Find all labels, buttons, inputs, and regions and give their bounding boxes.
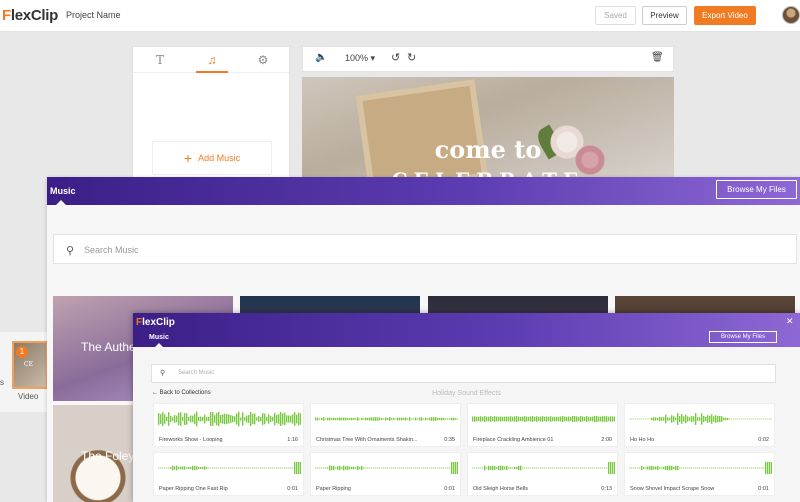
flexclip-logo[interactable]: FlexClip: [2, 7, 58, 24]
sound-duration: 0:01: [287, 486, 298, 492]
sound-name: Snow Shovel Impact Scrape Snow: [630, 486, 715, 492]
redo-icon[interactable]: ↻: [407, 51, 416, 64]
sound-duration: 0:02: [758, 437, 769, 443]
volume-icon[interactable]: 🔈: [315, 52, 327, 63]
sound-card[interactable]: Paper Ripping One Fast Rip 0:01: [153, 452, 304, 496]
sound-name: Ho Ho Ho: [630, 437, 655, 443]
saved-button[interactable]: Saved: [595, 6, 636, 25]
waveform[interactable]: [315, 460, 459, 476]
tool-panel: T ♫ ⚙ + Add Music: [132, 46, 290, 186]
sound-name: Fireworks Show - Looping: [159, 437, 223, 443]
timeline-side-text: s: [0, 378, 4, 387]
active-tab-indicator: [196, 71, 228, 73]
waveform[interactable]: [315, 411, 459, 427]
waveform[interactable]: [472, 411, 616, 427]
browse-my-files-button[interactable]: Browse My Files: [709, 331, 777, 343]
preview-button[interactable]: Preview: [642, 6, 687, 25]
flexclip-logo: FlexClip: [136, 317, 175, 328]
clip-label: Video: [18, 392, 39, 401]
top-bar: FlexClip Project Name Saved Preview Expo…: [0, 0, 800, 32]
search-placeholder: Search Music: [84, 245, 139, 255]
clip-thumb-text: CE: [24, 361, 33, 368]
collection-title: Holiday Sound Effects: [432, 390, 501, 397]
sound-duration: 0:13: [601, 486, 612, 492]
collection-card-label: The Authe: [81, 340, 136, 354]
export-video-button[interactable]: Export Video: [694, 6, 756, 25]
back-to-collections-link[interactable]: ← Back to Collections: [152, 390, 211, 396]
inner-header: FlexClip Music Browse My Files ✕: [133, 313, 800, 347]
waveform[interactable]: [629, 411, 773, 427]
sound-duration: 0:01: [758, 486, 769, 492]
search-placeholder: Search Music: [178, 370, 215, 376]
sound-name: Paper Ripping: [316, 486, 351, 492]
sound-card[interactable]: Fireplace Crackling Ambience 01 2:00: [467, 403, 618, 447]
plus-icon: +: [183, 150, 193, 166]
sound-card[interactable]: Snow Shovel Impact Scrape Snow 0:01: [624, 452, 775, 496]
holiday-sound-effects-window: FlexClip Music Browse My Files ✕ ⚲ Searc…: [133, 313, 800, 502]
music-search-input[interactable]: ⚲ Search Music: [53, 234, 797, 264]
avatar[interactable]: [782, 6, 800, 24]
music-header: Music Browse My Files: [47, 177, 800, 205]
sound-duration: 0:01: [444, 486, 455, 492]
undo-icon[interactable]: ↺: [391, 51, 400, 64]
close-icon[interactable]: ✕: [786, 316, 794, 327]
trash-icon[interactable]: 🗑: [651, 52, 664, 63]
clip-number-badge: 1: [16, 346, 28, 358]
music-title: Music: [50, 186, 76, 196]
text-icon[interactable]: T: [150, 53, 170, 69]
tool-tabs: T ♫ ⚙: [133, 47, 289, 73]
project-name[interactable]: Project Name: [66, 10, 121, 20]
browse-my-files-button[interactable]: Browse My Files: [716, 180, 797, 199]
chevron-down-icon: ▾: [370, 53, 376, 63]
sound-name: Paper Ripping One Fast Rip: [159, 486, 228, 492]
sound-card[interactable]: Christmas Tree With Ornaments Shakin... 0…: [310, 403, 461, 447]
tab-pointer: [154, 343, 164, 348]
add-music-button[interactable]: + Add Music: [152, 141, 272, 175]
waveform[interactable]: [158, 411, 302, 427]
canvas-title-text[interactable]: come to: [302, 135, 674, 164]
music-title: Music: [149, 334, 169, 341]
zoom-select[interactable]: 100% ▾: [345, 53, 375, 64]
sound-card[interactable]: Fireworks Show - Looping 1:16: [153, 403, 304, 447]
music-search-input[interactable]: ⚲ Search Music: [151, 364, 776, 383]
sound-card[interactable]: Ho Ho Ho 0:02: [624, 403, 775, 447]
sound-name: Christmas Tree With Ornaments Shakin...: [316, 437, 418, 443]
sound-name: Fireplace Crackling Ambience 01: [473, 437, 554, 443]
sound-card[interactable]: Paper Ripping 0:01: [310, 452, 461, 496]
waveform[interactable]: [472, 460, 616, 476]
tab-pointer: [55, 200, 67, 206]
sound-card[interactable]: Old Sleigh Horse Bells 0:13: [467, 452, 618, 496]
video-canvas[interactable]: come to CELEBRATE: [302, 77, 674, 187]
sound-duration: 2:00: [601, 437, 612, 443]
settings-icon[interactable]: ⚙: [253, 53, 273, 69]
waveform[interactable]: [158, 460, 302, 476]
sound-duration: 0:35: [444, 437, 455, 443]
waveform[interactable]: [629, 460, 773, 476]
music-note-icon[interactable]: ♫: [202, 53, 222, 69]
sound-name: Old Sleigh Horse Bells: [473, 486, 529, 492]
editor-toolbar: 🔈 100% ▾ ↺ ↻ 🗑: [302, 46, 674, 72]
search-icon: ⚲: [66, 245, 75, 257]
sound-duration: 1:16: [287, 437, 298, 443]
search-icon: ⚲: [160, 370, 166, 377]
